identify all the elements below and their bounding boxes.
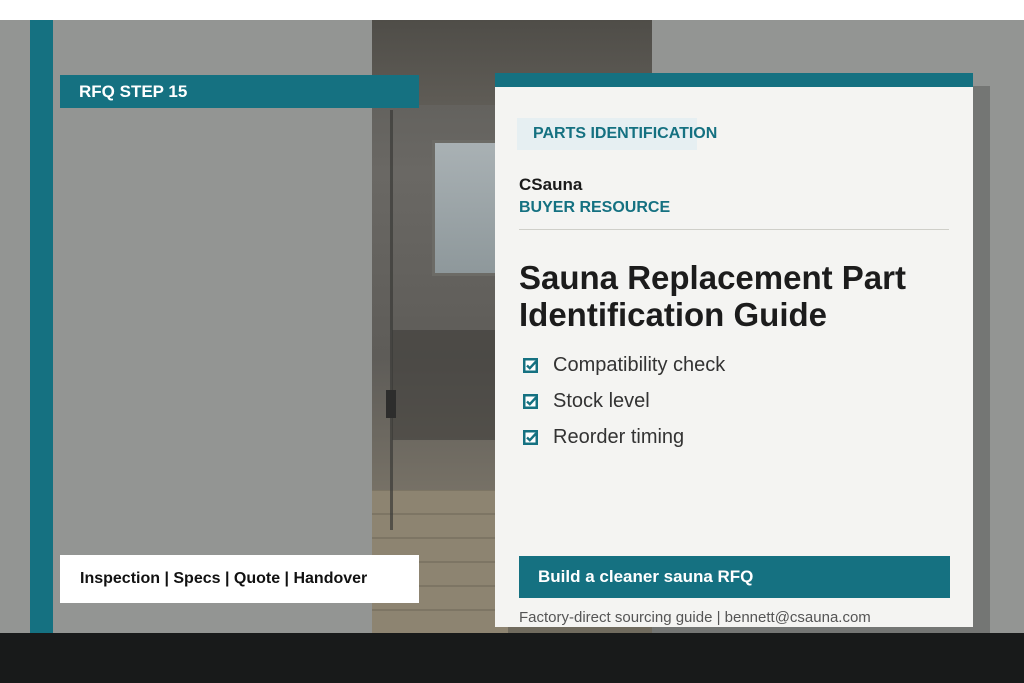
brand-subtitle: BUYER RESOURCE xyxy=(519,199,671,216)
feature-item: Reorder timing xyxy=(521,423,725,459)
checkbox-icon xyxy=(523,430,538,445)
footer-contact: Factory-direct sourcing guide | bennett@… xyxy=(519,609,871,626)
feature-list: Compatibility check Stock level Reorder … xyxy=(521,351,725,459)
bottom-band xyxy=(0,633,1024,683)
feature-label: Stock level xyxy=(553,390,650,412)
feature-item: Stock level xyxy=(521,387,725,423)
process-tagline: Inspection | Specs | Quote | Handover xyxy=(60,555,419,603)
feature-label: Reorder timing xyxy=(553,426,685,448)
photo-mat xyxy=(392,330,512,440)
left-accent-bar xyxy=(30,20,53,633)
card-divider xyxy=(519,229,949,230)
photo-glass-door-edge xyxy=(390,110,393,530)
build-rfq-button[interactable]: Build a cleaner sauna RFQ xyxy=(519,556,950,598)
checkbox-icon xyxy=(523,358,538,373)
section-badge: PARTS IDENTIFICATION xyxy=(517,118,717,150)
guide-title: Sauna Replacement Part Identification Gu… xyxy=(519,259,906,333)
photo-door-hinge xyxy=(386,390,396,418)
info-card: PARTS IDENTIFICATION CSauna BUYER RESOUR… xyxy=(495,73,973,627)
brand-name: CSauna xyxy=(519,175,583,194)
feature-item: Compatibility check xyxy=(521,351,725,387)
feature-label: Compatibility check xyxy=(553,354,726,376)
rfq-step-tag: RFQ STEP 15 xyxy=(60,75,419,108)
card-top-bar xyxy=(495,73,973,87)
photo-window xyxy=(432,140,500,276)
checkbox-icon xyxy=(523,394,538,409)
